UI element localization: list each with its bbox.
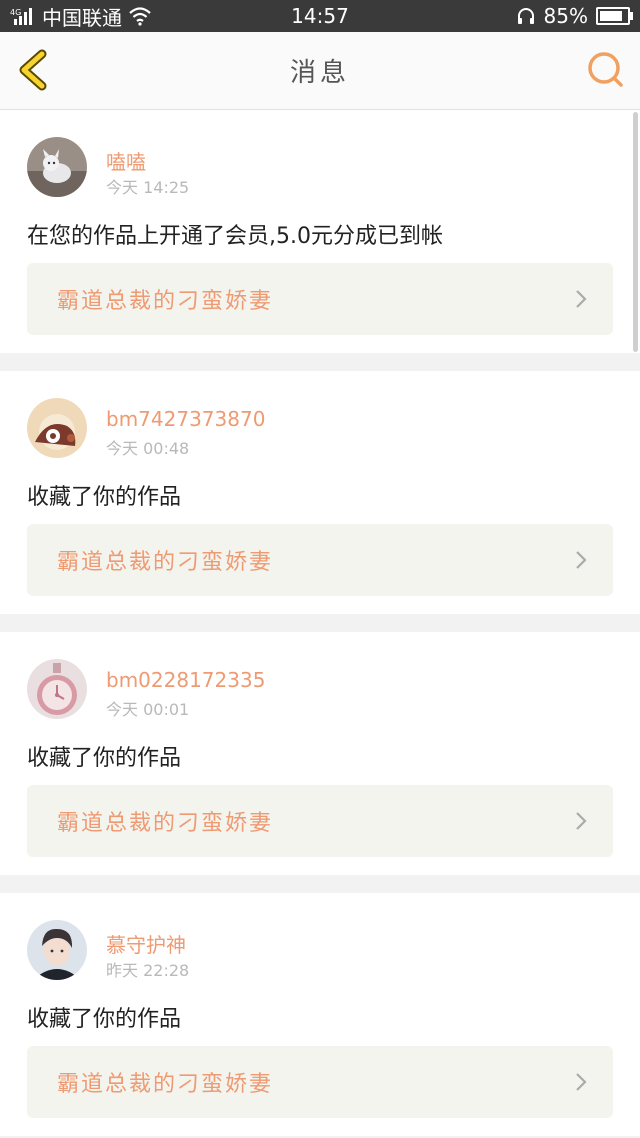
username[interactable]: 慕守护神 xyxy=(106,929,186,958)
work-title: 霸道总裁的刁蛮娇妻 xyxy=(57,811,274,836)
divider xyxy=(0,614,640,632)
chevron-right-icon xyxy=(576,1073,587,1091)
status-left: 4G 中国联通 xyxy=(0,2,230,31)
network-label: 4G xyxy=(10,8,21,17)
work-title: 霸道总裁的刁蛮娇妻 xyxy=(57,289,274,314)
message-card: 嗑嗑 今天 14:25 在您的作品上开通了会员,5.0元分成已到帐 霸道总裁的刁… xyxy=(0,110,640,353)
wifi-icon xyxy=(129,7,151,26)
chevron-left-icon[interactable] xyxy=(14,48,58,92)
headphones-icon xyxy=(517,8,534,24)
carrier-label: 中国联通 xyxy=(42,5,122,30)
work-link[interactable]: 霸道总裁的刁蛮娇妻 xyxy=(27,263,613,335)
battery-fill xyxy=(600,11,622,21)
message-text: 收藏了你的作品 xyxy=(27,1007,182,1032)
timestamp: 今天 00:01 xyxy=(106,700,190,719)
signal-icon: 4G xyxy=(10,8,32,25)
avatar[interactable] xyxy=(27,920,87,980)
work-link[interactable]: 霸道总裁的刁蛮娇妻 xyxy=(27,1046,613,1118)
timestamp: 今天 00:48 xyxy=(106,439,190,458)
work-link[interactable]: 霸道总裁的刁蛮娇妻 xyxy=(27,785,613,857)
message-list: 嗑嗑 今天 14:25 在您的作品上开通了会员,5.0元分成已到帐 霸道总裁的刁… xyxy=(0,110,640,1136)
battery-icon xyxy=(596,7,633,25)
message-card: 慕守护神 昨天 22:28 收藏了你的作品 霸道总裁的刁蛮娇妻 xyxy=(0,893,640,1136)
avatar[interactable] xyxy=(27,137,87,197)
avatar[interactable] xyxy=(27,659,87,719)
avatar[interactable] xyxy=(27,398,87,458)
search-icon[interactable] xyxy=(586,50,626,90)
message-card: bm0228172335 今天 00:01 收藏了你的作品 霸道总裁的刁蛮娇妻 xyxy=(0,632,640,875)
nav-bar: 消息 xyxy=(0,32,640,110)
message-text: 收藏了你的作品 xyxy=(27,485,182,510)
timestamp: 昨天 22:28 xyxy=(106,961,190,980)
divider xyxy=(0,353,640,371)
battery-percent: 85% xyxy=(543,4,588,28)
divider xyxy=(0,875,640,893)
work-title: 霸道总裁的刁蛮娇妻 xyxy=(57,1072,274,1097)
chevron-right-icon xyxy=(576,290,587,308)
username[interactable]: 嗑嗑 xyxy=(106,146,146,175)
username[interactable]: bm7427373870 xyxy=(106,407,265,431)
work-link[interactable]: 霸道总裁的刁蛮娇妻 xyxy=(27,524,613,596)
message-text: 在您的作品上开通了会员,5.0元分成已到帐 xyxy=(27,224,443,249)
message-text: 收藏了你的作品 xyxy=(27,746,182,771)
status-bar: 4G 中国联通 14:57 85% xyxy=(0,0,640,32)
timestamp: 今天 14:25 xyxy=(106,178,190,197)
status-right: 85% xyxy=(516,4,640,28)
message-card: bm7427373870 今天 00:48 收藏了你的作品 霸道总裁的刁蛮娇妻 xyxy=(0,371,640,614)
chevron-right-icon xyxy=(576,812,587,830)
chevron-right-icon xyxy=(576,551,587,569)
work-title: 霸道总裁的刁蛮娇妻 xyxy=(57,550,274,575)
page-title: 消息 xyxy=(289,58,350,88)
scrollbar[interactable] xyxy=(633,112,638,352)
username[interactable]: bm0228172335 xyxy=(106,668,265,692)
